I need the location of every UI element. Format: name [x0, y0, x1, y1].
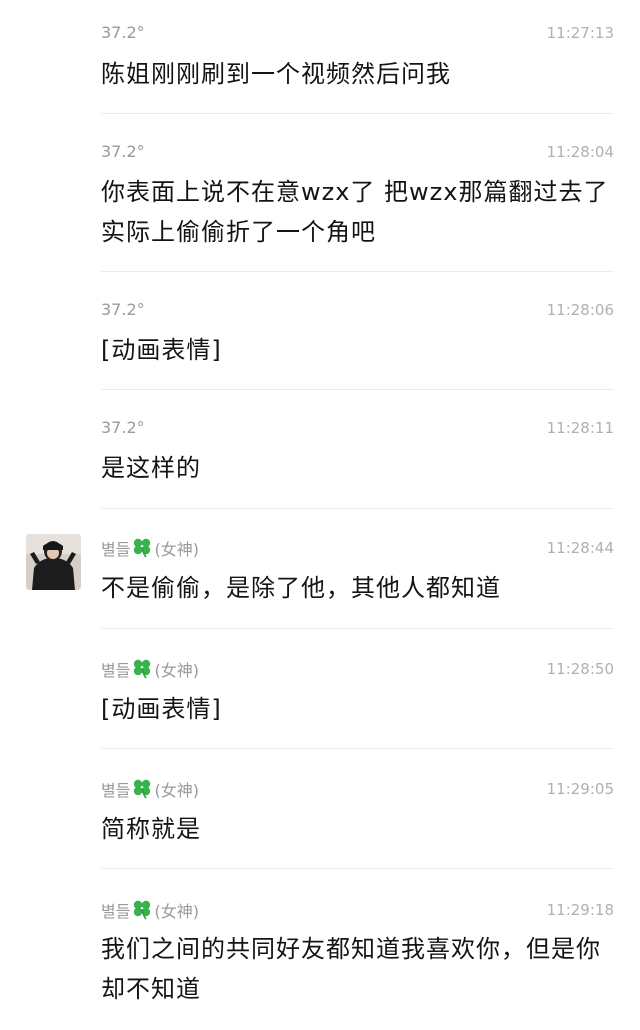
- four-leaf-clover-icon: [131, 898, 153, 927]
- four-leaf-clover-icon: [131, 657, 153, 686]
- message-text: 陈姐刚刚刷到一个视频然后问我: [101, 60, 451, 88]
- message-meta: 별들 (女神) 11:29:05: [101, 777, 614, 801]
- message-meta: 별들 (女神) 11:29:18: [101, 898, 614, 922]
- sender-name: 별들 (女神): [101, 898, 199, 927]
- message-meta: 별들 (女神) 11:28:44: [101, 536, 614, 560]
- sender-name: 별들 (女神): [101, 777, 199, 806]
- chat-message[interactable]: 37.2° 11:28:06 [动画表情]: [0, 272, 640, 390]
- sender-name-text: 별들: [101, 781, 131, 800]
- message-meta: 37.2° 11:28:04: [101, 140, 614, 164]
- chat-message[interactable]: 별들 (女神) 11:29:05 简称就是: [0, 749, 640, 869]
- sender-name-text: 별들: [101, 902, 131, 921]
- sender-name: 별들 (女神): [101, 657, 199, 686]
- sender-name: 별들 (女神): [101, 536, 199, 565]
- sender-name: 37.2°: [101, 418, 145, 437]
- sender-name-text: 별들: [101, 540, 131, 559]
- four-leaf-clover-icon: [131, 777, 153, 806]
- message-time: 11:28:06: [546, 301, 614, 319]
- message-text: 是这样的: [101, 454, 201, 482]
- chat-message[interactable]: 37.2° 11:28:11 是这样的: [0, 390, 640, 509]
- sender-name: 37.2°: [101, 23, 145, 42]
- message-text: [动画表情]: [101, 336, 222, 364]
- chat-message[interactable]: 별들 (女神) 11:29:18 我们之间的共同好友都知道我喜欢你，但是你却不知道: [0, 869, 640, 1030]
- message-time: 11:29:05: [546, 780, 614, 798]
- message-time: 11:28:04: [546, 143, 614, 161]
- user-avatar[interactable]: [26, 534, 81, 590]
- chat-message[interactable]: 별들 (女神) 11:28:44 不是偷偷，是除了他，其他人都知道: [0, 509, 640, 629]
- sender-name: 37.2°: [101, 300, 145, 319]
- message-text: 简称就是: [101, 815, 201, 843]
- four-leaf-clover-icon: [131, 536, 153, 565]
- message-text: 不是偷偷，是除了他，其他人都知道: [101, 574, 501, 602]
- chat-message[interactable]: 37.2° 11:28:04 你表面上说不在意wzx了 把wzx那篇翻过去了 实…: [0, 114, 640, 272]
- message-meta: 37.2° 11:27:13: [101, 21, 614, 45]
- sender-tag: (女神): [154, 781, 199, 800]
- message-time: 11:28:50: [546, 660, 614, 678]
- avatar-image: [26, 534, 81, 590]
- chat-message[interactable]: 37.2° 11:27:13 陈姐刚刚刷到一个视频然后问我: [0, 0, 640, 114]
- sender-name-text: 별들: [101, 661, 131, 680]
- message-time: 11:27:13: [546, 24, 614, 42]
- sender-tag: (女神): [154, 661, 199, 680]
- message-text: 我们之间的共同好友都知道我喜欢你，但是你却不知道: [101, 935, 601, 1003]
- message-time: 11:29:18: [546, 901, 614, 919]
- message-meta: 37.2° 11:28:11: [101, 416, 614, 440]
- sender-tag: (女神): [154, 902, 199, 921]
- message-time: 11:28:44: [546, 539, 614, 557]
- message-text: 你表面上说不在意wzx了 把wzx那篇翻过去了 实际上偷偷折了一个角吧: [101, 178, 609, 246]
- sender-tag: (女神): [154, 540, 199, 559]
- sender-name: 37.2°: [101, 142, 145, 161]
- message-meta: 별들 (女神) 11:28:50: [101, 657, 614, 681]
- message-text: [动画表情]: [101, 695, 222, 723]
- message-time: 11:28:11: [546, 419, 614, 437]
- message-meta: 37.2° 11:28:06: [101, 298, 614, 322]
- chat-message[interactable]: 별들 (女神) 11:28:50 [动画表情]: [0, 629, 640, 749]
